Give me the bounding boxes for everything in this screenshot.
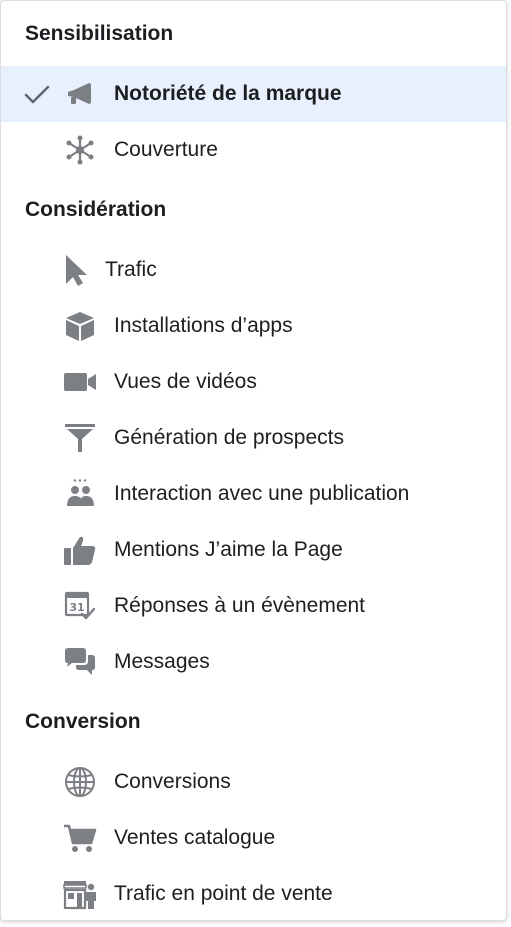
people-icon: [67, 479, 94, 506]
menu-item-label: Messages: [114, 650, 210, 673]
svg-text:31: 31: [69, 601, 84, 614]
cursor-icon: [66, 255, 87, 286]
storefront-icon: [63, 881, 96, 910]
section-title-sensibilisation: Sensibilisation: [25, 22, 174, 45]
calendar-icon: 31: [64, 591, 96, 620]
menu-item-catalog-sales[interactable]: Ventes catalogue: [1, 810, 506, 866]
video-camera-icon: [64, 373, 96, 391]
menu-item-traffic[interactable]: Trafic: [1, 242, 506, 298]
menu-item-messages[interactable]: Messages: [1, 634, 506, 690]
chat-bubbles-icon: [65, 648, 95, 675]
menu-item-label: Trafic en point de vente: [114, 882, 333, 905]
menu-item-conversions[interactable]: Conversions: [1, 754, 506, 810]
menu-item-label: Trafic: [105, 258, 157, 281]
menu-item-brand-awareness[interactable]: Notoriété de la marque: [1, 66, 506, 122]
menu-item-video-views[interactable]: Vues de vidéos: [1, 354, 506, 410]
section-title-conversion: Conversion: [25, 710, 141, 733]
menu-item-label: Couverture: [114, 138, 218, 161]
reach-icon: [66, 135, 94, 165]
menu-item-lead-generation[interactable]: Génération de prospects: [1, 410, 506, 466]
checkmark-icon: [24, 85, 50, 104]
globe-icon: [65, 767, 95, 797]
menu-item-reach[interactable]: Couverture: [1, 122, 506, 178]
menu-item-label: Conversions: [114, 770, 231, 793]
menu-item-label: Génération de prospects: [114, 426, 344, 449]
box-icon: [66, 312, 94, 341]
menu-item-label: Vues de vidéos: [114, 370, 257, 393]
funnel-icon: [65, 424, 95, 452]
menu-item-post-engagement[interactable]: Interaction avec une publication: [1, 466, 506, 522]
menu-item-label: Ventes catalogue: [114, 826, 276, 849]
thumbs-up-icon: [64, 536, 96, 565]
menu-item-label: Interaction avec une publication: [114, 482, 410, 505]
menu-item-label: Installations d’apps: [114, 314, 293, 337]
menu-item-label: Notoriété de la marque: [114, 82, 342, 105]
shopping-cart-icon: [64, 824, 97, 852]
objective-menu: Sensibilisation Notoriété de la marque C…: [0, 0, 507, 921]
menu-item-store-traffic[interactable]: Trafic en point de vente: [1, 866, 506, 922]
menu-item-label: Réponses à un évènement: [114, 594, 366, 617]
menu-item-app-installs[interactable]: Installations d’apps: [1, 298, 506, 354]
menu-item-page-likes[interactable]: Mentions J’aime la Page: [1, 522, 506, 578]
megaphone-icon: [68, 83, 91, 104]
menu-item-event-responses[interactable]: 31 Réponses à un évènement: [1, 578, 506, 634]
section-title-consideration: Considération: [25, 198, 167, 221]
menu-item-label: Mentions J’aime la Page: [114, 538, 343, 561]
